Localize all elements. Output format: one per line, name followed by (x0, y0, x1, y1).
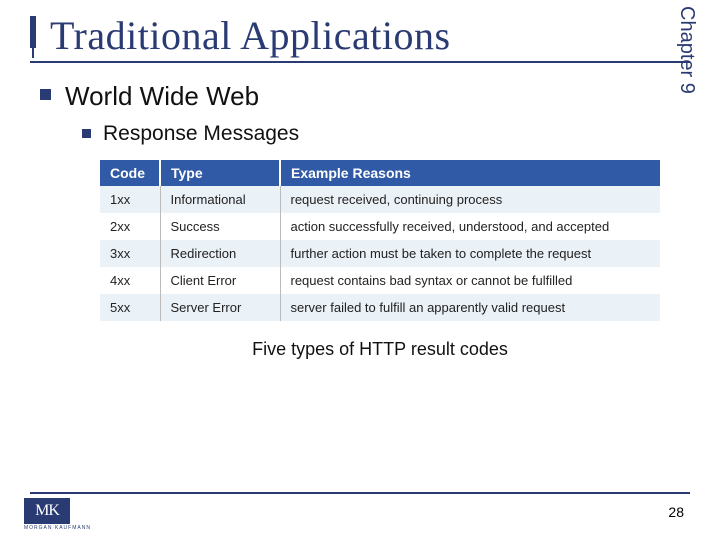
slide-title: Traditional Applications (50, 12, 451, 59)
table-row: 4xx Client Error request contains bad sy… (100, 267, 660, 294)
cell-type: Informational (160, 186, 280, 213)
bullet-level1-text: World Wide Web (65, 81, 259, 112)
table-row: 3xx Redirection further action must be t… (100, 240, 660, 267)
bullet-level2: Response Messages (82, 122, 690, 146)
title-row: Traditional Applications (30, 12, 690, 59)
cell-code: 2xx (100, 213, 160, 240)
table-row: 1xx Informational request received, cont… (100, 186, 660, 213)
table-row: 2xx Success action successfully received… (100, 213, 660, 240)
bullet-list: World Wide Web Response Messages (40, 81, 690, 146)
th-reasons: Example Reasons (280, 160, 660, 186)
bullet-level2-text: Response Messages (103, 122, 299, 146)
logo-box-icon: MK (24, 498, 70, 524)
cell-code: 5xx (100, 294, 160, 321)
cell-type: Client Error (160, 267, 280, 294)
cell-reason: request received, continuing process (280, 186, 660, 213)
logo-initials: MK (35, 502, 59, 520)
cell-reason: server failed to fulfill an apparently v… (280, 294, 660, 321)
page-number: 28 (668, 504, 684, 520)
cell-reason: further action must be taken to complete… (280, 240, 660, 267)
cell-reason: action successfully received, understood… (280, 213, 660, 240)
slide: Chapter 9 Traditional Applications World… (0, 0, 720, 540)
title-underline (30, 61, 690, 63)
logo-publisher-name: MORGAN KAUFMANN (24, 525, 110, 531)
table-container: Code Type Example Reasons 1xx Informatio… (100, 160, 660, 360)
chapter-label: Chapter 9 (675, 6, 698, 94)
th-type: Type (160, 160, 280, 186)
square-bullet-icon (40, 89, 51, 100)
http-codes-table: Code Type Example Reasons 1xx Informatio… (100, 160, 660, 321)
cell-code: 4xx (100, 267, 160, 294)
title-decoration-icon (30, 16, 36, 58)
table-caption: Five types of HTTP result codes (100, 339, 660, 360)
th-code: Code (100, 160, 160, 186)
table-row: 5xx Server Error server failed to fulfil… (100, 294, 660, 321)
cell-code: 1xx (100, 186, 160, 213)
cell-type: Redirection (160, 240, 280, 267)
cell-type: Success (160, 213, 280, 240)
footer-rule (30, 492, 690, 494)
cell-code: 3xx (100, 240, 160, 267)
cell-reason: request contains bad syntax or cannot be… (280, 267, 660, 294)
cell-type: Server Error (160, 294, 280, 321)
table-header-row: Code Type Example Reasons (100, 160, 660, 186)
bullet-level1: World Wide Web (40, 81, 690, 112)
publisher-logo: MK MORGAN KAUFMANN (24, 498, 110, 534)
square-bullet-icon (82, 129, 91, 138)
